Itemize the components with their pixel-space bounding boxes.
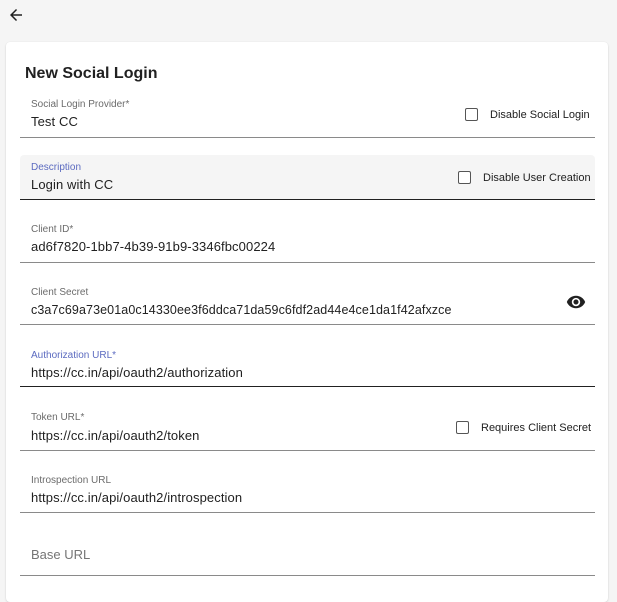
description-value: Login with CC bbox=[31, 177, 114, 192]
checkbox-box[interactable] bbox=[465, 108, 478, 121]
disable-social-login-checkbox[interactable]: Disable Social Login bbox=[465, 108, 590, 121]
description-label: Description bbox=[31, 162, 82, 173]
client-secret-field[interactable]: Client Secret c3a7c69a73e01a0c14330ee3f6… bbox=[20, 282, 595, 325]
toggle-secret-visibility-button[interactable] bbox=[565, 291, 587, 313]
client-id-value: ad6f7820-1bb7-4b39-91b9-3346fbc00224 bbox=[31, 239, 276, 254]
introspection-url-value: https://cc.in/api/oauth2/introspection bbox=[31, 490, 243, 505]
authorization-url-label: Authorization URL* bbox=[31, 350, 117, 361]
checkbox-box[interactable] bbox=[456, 421, 469, 434]
authorization-url-value: https://cc.in/api/oauth2/authorization bbox=[31, 365, 243, 380]
client-secret-label: Client Secret bbox=[31, 287, 89, 298]
requires-client-secret-label: Requires Client Secret bbox=[481, 421, 592, 434]
token-url-label: Token URL* bbox=[31, 412, 85, 423]
base-url-field[interactable]: Base URL bbox=[20, 532, 595, 576]
provider-label: Social Login Provider* bbox=[31, 99, 130, 110]
back-button[interactable] bbox=[4, 3, 28, 27]
page-title: New Social Login bbox=[25, 65, 158, 82]
client-id-label: Client ID* bbox=[31, 224, 74, 235]
disable-user-creation-checkbox[interactable]: Disable User Creation bbox=[458, 171, 591, 184]
requires-client-secret-checkbox[interactable]: Requires Client Secret bbox=[456, 421, 591, 434]
client-secret-value: c3a7c69a73e01a0c14330ee3f6ddca71da59c6fd… bbox=[31, 303, 452, 317]
eye-icon bbox=[566, 295, 586, 309]
token-url-value: https://cc.in/api/oauth2/token bbox=[31, 428, 200, 443]
authorization-url-field[interactable]: Authorization URL* https://cc.in/api/oau… bbox=[20, 345, 595, 387]
checkbox-box[interactable] bbox=[458, 171, 471, 184]
disable-user-creation-label: Disable User Creation bbox=[483, 171, 591, 184]
disable-social-login-label: Disable Social Login bbox=[490, 108, 590, 121]
introspection-url-field[interactable]: Introspection URL https://cc.in/api/oaut… bbox=[20, 470, 595, 513]
arrow-left-icon bbox=[10, 9, 22, 21]
base-url-placeholder: Base URL bbox=[31, 547, 91, 562]
social-login-form-card: New Social Login Social Login Provider* … bbox=[6, 42, 608, 602]
introspection-url-label: Introspection URL bbox=[31, 475, 112, 486]
provider-value: Test CC bbox=[31, 114, 78, 129]
client-id-field[interactable]: Client ID* ad6f7820-1bb7-4b39-91b9-3346f… bbox=[20, 219, 595, 263]
